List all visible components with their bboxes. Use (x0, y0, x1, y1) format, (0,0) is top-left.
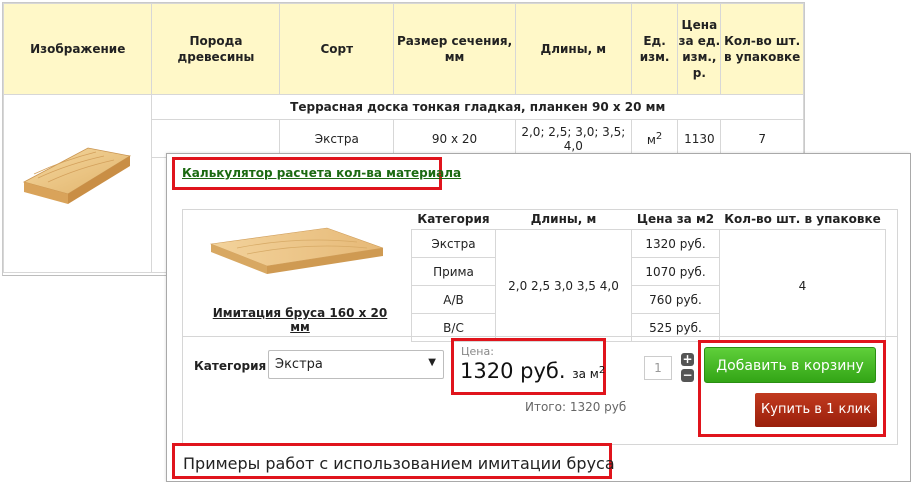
dropdown-arrow-icon: ▼ (428, 357, 436, 368)
category-select[interactable]: Экстра ▼ (268, 350, 444, 379)
calculator-body: Имитация бруса 160 х 20 мм Категория Дли… (182, 209, 898, 445)
pack-qty-cell: 4 (719, 229, 886, 342)
price-unit-text: за м (572, 367, 599, 381)
price-unit-sup: 2 (598, 365, 606, 376)
col-price: Цена за м2 (636, 212, 715, 226)
examples-heading: Примеры работ с использованием имитации … (183, 454, 615, 473)
header-unit: Ед. изм. (630, 3, 679, 95)
plus-icon[interactable]: + (681, 353, 694, 366)
price-amount: 1320 руб. (460, 359, 566, 383)
category-label: Категория (194, 359, 267, 373)
header-pack: Кол-во шт. в упаковке (720, 3, 804, 95)
size-cell: 90 х 20 (393, 119, 516, 158)
price-cell: 1130 (677, 119, 722, 158)
header-wood: Порода древесины (151, 3, 281, 95)
price-cell: 1320 руб. (631, 229, 720, 258)
header-image: Изображение (2, 3, 153, 95)
header-grade: Сорт (279, 3, 395, 95)
header-price: Цена за ед. изм., р. (677, 3, 722, 95)
unit-sup: 2 (655, 130, 663, 142)
minus-icon[interactable]: − (681, 369, 694, 382)
add-to-cart-button[interactable]: Добавить в корзину (704, 347, 876, 383)
col-lengths: Длины, м (530, 212, 597, 226)
total-text: Итого: 1320 руб (525, 400, 627, 414)
price-value: 1320 руб. за м2 (460, 359, 605, 383)
col-category: Категория (417, 212, 490, 226)
category-cell: A/B (411, 285, 496, 314)
lengths-cell: 2,0; 2,5; 3,0; 3,5; 4,0 (514, 119, 632, 158)
product-name-link[interactable]: Имитация бруса 160 х 20 мм (205, 306, 395, 334)
price-cell: 1070 руб. (631, 257, 720, 286)
pack-cell: 7 (720, 119, 804, 158)
header-lengths: Длины, м (514, 3, 632, 95)
lengths-cell: 2,0 2,5 3,0 3,5 4,0 (495, 229, 632, 342)
wood-cell (151, 119, 281, 158)
price-cell: 760 руб. (631, 285, 720, 314)
calculator-card: Калькулятор расчета кол-ва материала Ими… (166, 153, 911, 482)
buy-one-click-button[interactable]: Купить в 1 клик (755, 393, 877, 427)
quantity-input[interactable]: 1 (644, 356, 672, 380)
terrace-board-image (22, 147, 131, 204)
header-size: Размер сечения, мм (393, 3, 516, 95)
unit-cell: м2 (630, 119, 679, 158)
timber-imitation-image (209, 227, 384, 274)
section-title: Террасная доска тонкая гладкая, планкен … (151, 94, 804, 120)
product-image-cell (2, 94, 153, 273)
category-select-value: Экстра (275, 357, 323, 372)
price-table: Категория Длины, м Цена за м2 Кол-во шт.… (411, 209, 886, 342)
calculator-link[interactable]: Калькулятор расчета кол-ва материала (182, 166, 461, 180)
order-row: Категория Экстра ▼ Цена: 1320 руб. за м2… (183, 336, 897, 445)
col-pack: Кол-во шт. в упаковке (724, 212, 881, 226)
price-caption: Цена: (461, 345, 494, 358)
price-unit: за м2 (572, 365, 606, 381)
grade-cell: Экстра (279, 119, 395, 158)
category-cell: Прима (411, 257, 496, 286)
unit-text: м (646, 132, 656, 147)
category-cell: Экстра (411, 229, 496, 258)
